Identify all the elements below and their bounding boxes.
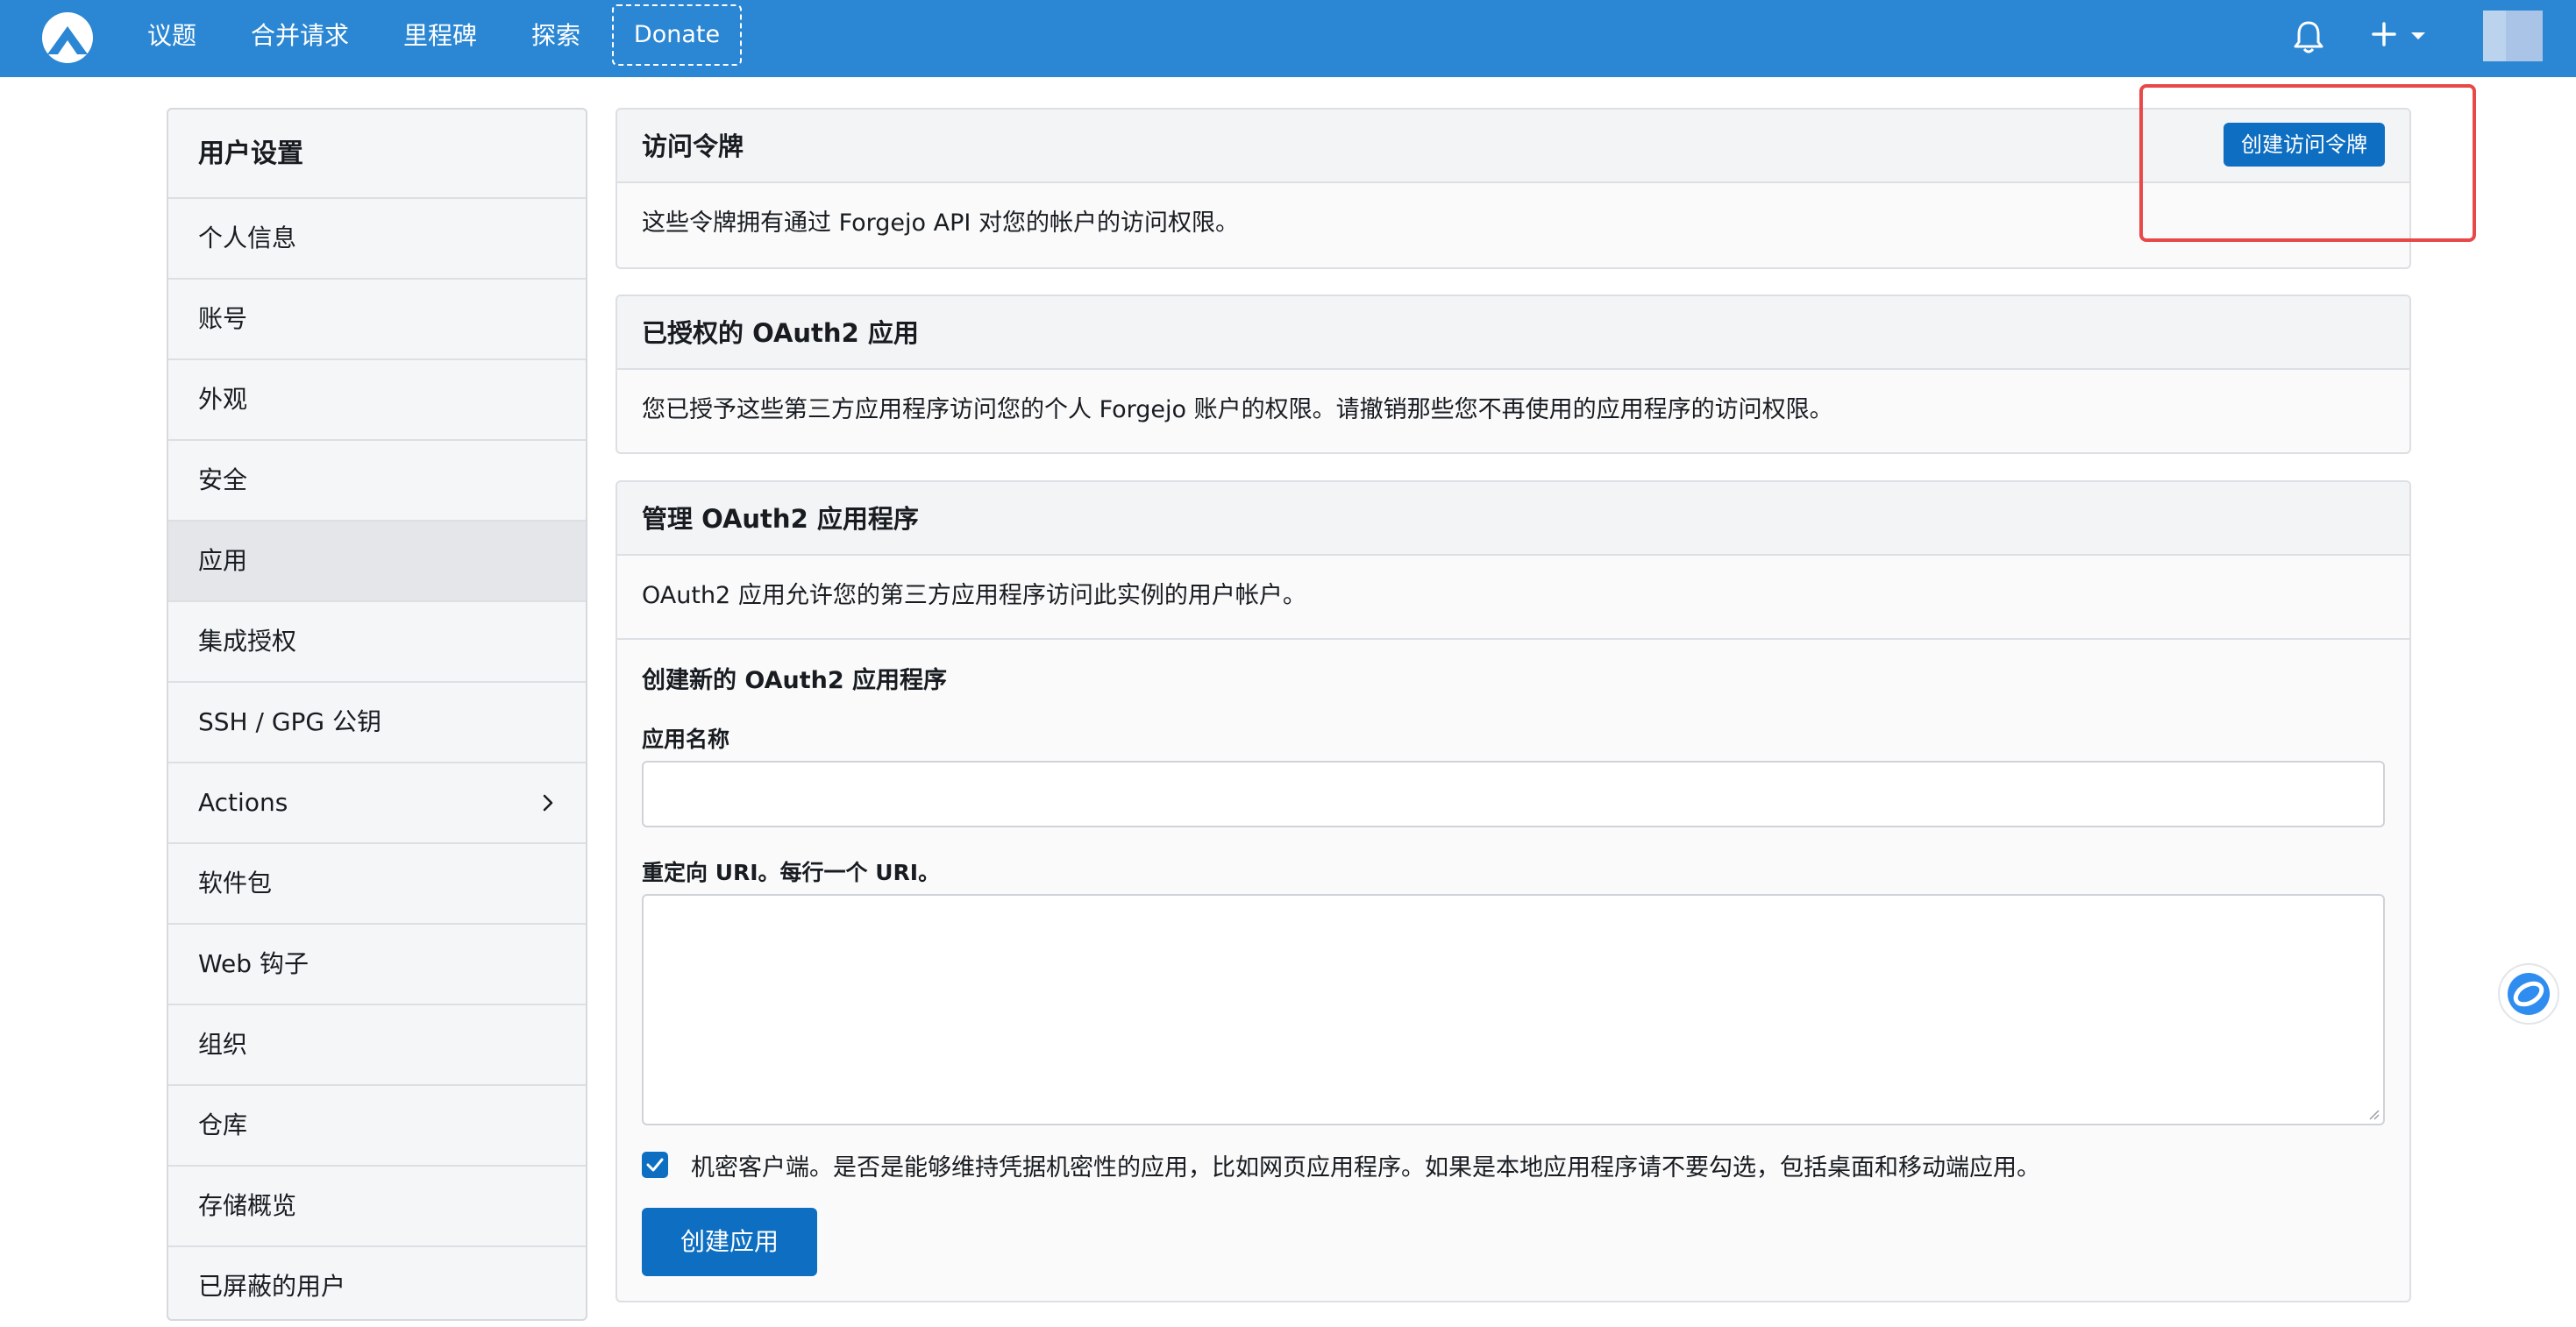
highlight-box [2139, 84, 2476, 242]
sidebar-item-label: 软件包 [198, 869, 273, 898]
authorized-oauth2-title: 已授权的 OAuth2 应用 [617, 296, 2409, 370]
forgejo-logo-icon[interactable] [40, 11, 95, 65]
sidebar-item-ssh-gpg-keys[interactable]: SSH / GPG 公钥 [168, 683, 586, 763]
sidebar-item-label: 集成授权 [198, 627, 297, 656]
sidebar-item-label: 存储概览 [198, 1191, 297, 1220]
sidebar-item-webhooks[interactable]: Web 钩子 [168, 925, 586, 1005]
sidebar-item-label: Web 钩子 [198, 949, 309, 978]
settings-sidebar: 用户设置 个人信息 账号 外观 安全 应用 集成授权 SSH / GPG 公钥 … [167, 108, 587, 1321]
authorized-oauth2-description: 您已授予这些第三方应用程序访问您的个人 Forgejo 账户的权限。请撤销那些您… [642, 396, 1833, 423]
nav-issues[interactable]: 议题 [147, 0, 196, 77]
sidebar-item-label: 应用 [198, 546, 248, 575]
confidential-client-label[interactable]: 机密客户端。是否是能够维持凭据机密性的应用，比如网页应用程序。如果是本地应用程序… [691, 1148, 2040, 1182]
nav-pull-requests[interactable]: 合并请求 [251, 0, 349, 77]
sidebar-item-appearance[interactable]: 外观 [168, 360, 586, 441]
form-title: 创建新的 OAuth2 应用程序 [642, 667, 948, 694]
assistant-float-icon[interactable] [2497, 962, 2560, 1025]
check-icon [646, 1158, 664, 1172]
sidebar-item-actions[interactable]: Actions [168, 763, 586, 844]
sidebar-item-security[interactable]: 安全 [168, 441, 586, 522]
resize-handle-icon[interactable] [2367, 1108, 2380, 1120]
redirect-uri-label: 重定向 URI。每行一个 URI。 [642, 860, 941, 885]
sidebar-item-label: 仓库 [198, 1111, 248, 1139]
sidebar-item-account[interactable]: 账号 [168, 280, 586, 360]
sidebar-item-storage-overview[interactable]: 存储概览 [168, 1167, 586, 1247]
confidential-client-checkbox[interactable] [642, 1152, 668, 1178]
redirect-uri-textarea[interactable] [642, 894, 2385, 1125]
sidebar-item-integrations[interactable]: 集成授权 [168, 602, 586, 683]
sidebar-item-packages[interactable]: 软件包 [168, 844, 586, 925]
manage-oauth2-section: 管理 OAuth2 应用程序 OAuth2 应用允许您的第三方应用程序访问此实例… [616, 480, 2411, 1302]
chevron-right-icon [543, 794, 553, 812]
sidebar-title: 用户设置 [168, 110, 586, 199]
sidebar-item-label: Actions [198, 788, 288, 817]
plus-icon[interactable] [2371, 21, 2397, 47]
user-avatar[interactable] [2483, 11, 2543, 61]
sidebar-item-profile[interactable]: 个人信息 [168, 199, 586, 280]
app-name-label: 应用名称 [642, 727, 730, 752]
sidebar-item-label: 账号 [198, 304, 248, 333]
sidebar-item-label: 安全 [198, 465, 248, 494]
chevron-down-icon[interactable] [2409, 31, 2427, 41]
app-name-input[interactable] [642, 761, 2385, 827]
sidebar-item-blocked-users[interactable]: 已屏蔽的用户 [168, 1247, 586, 1319]
manage-oauth2-description: OAuth2 应用允许您的第三方应用程序访问此实例的用户帐户。 [642, 582, 1306, 609]
sidebar-item-label: 外观 [198, 385, 248, 414]
access-tokens-title: 访问令牌 [642, 131, 744, 161]
nav-explore[interactable]: 探索 [531, 0, 580, 77]
authorized-oauth2-section: 已授权的 OAuth2 应用 您已授予这些第三方应用程序访问您的个人 Forge… [616, 294, 2411, 454]
donate-link[interactable]: Donate [612, 4, 742, 66]
sidebar-item-label: 组织 [198, 1030, 248, 1059]
sidebar-item-repositories[interactable]: 仓库 [168, 1086, 586, 1167]
sidebar-item-label: SSH / GPG 公钥 [198, 707, 382, 736]
create-oauth2-app-form: 创建新的 OAuth2 应用程序 应用名称 重定向 URI。每行一个 URI。 … [617, 638, 2409, 1301]
nav-milestones[interactable]: 里程碑 [403, 0, 477, 77]
sidebar-item-applications[interactable]: 应用 [168, 522, 586, 602]
create-app-button[interactable]: 创建应用 [642, 1208, 817, 1276]
sidebar-item-label: 已屏蔽的用户 [198, 1272, 346, 1301]
sidebar-item-organizations[interactable]: 组织 [168, 1005, 586, 1086]
top-navbar: 议题 合并请求 里程碑 探索 Donate [0, 0, 2576, 77]
sidebar-item-label: 个人信息 [198, 224, 297, 252]
manage-oauth2-title: 管理 OAuth2 应用程序 [617, 482, 2409, 556]
bell-icon[interactable] [2292, 19, 2325, 54]
